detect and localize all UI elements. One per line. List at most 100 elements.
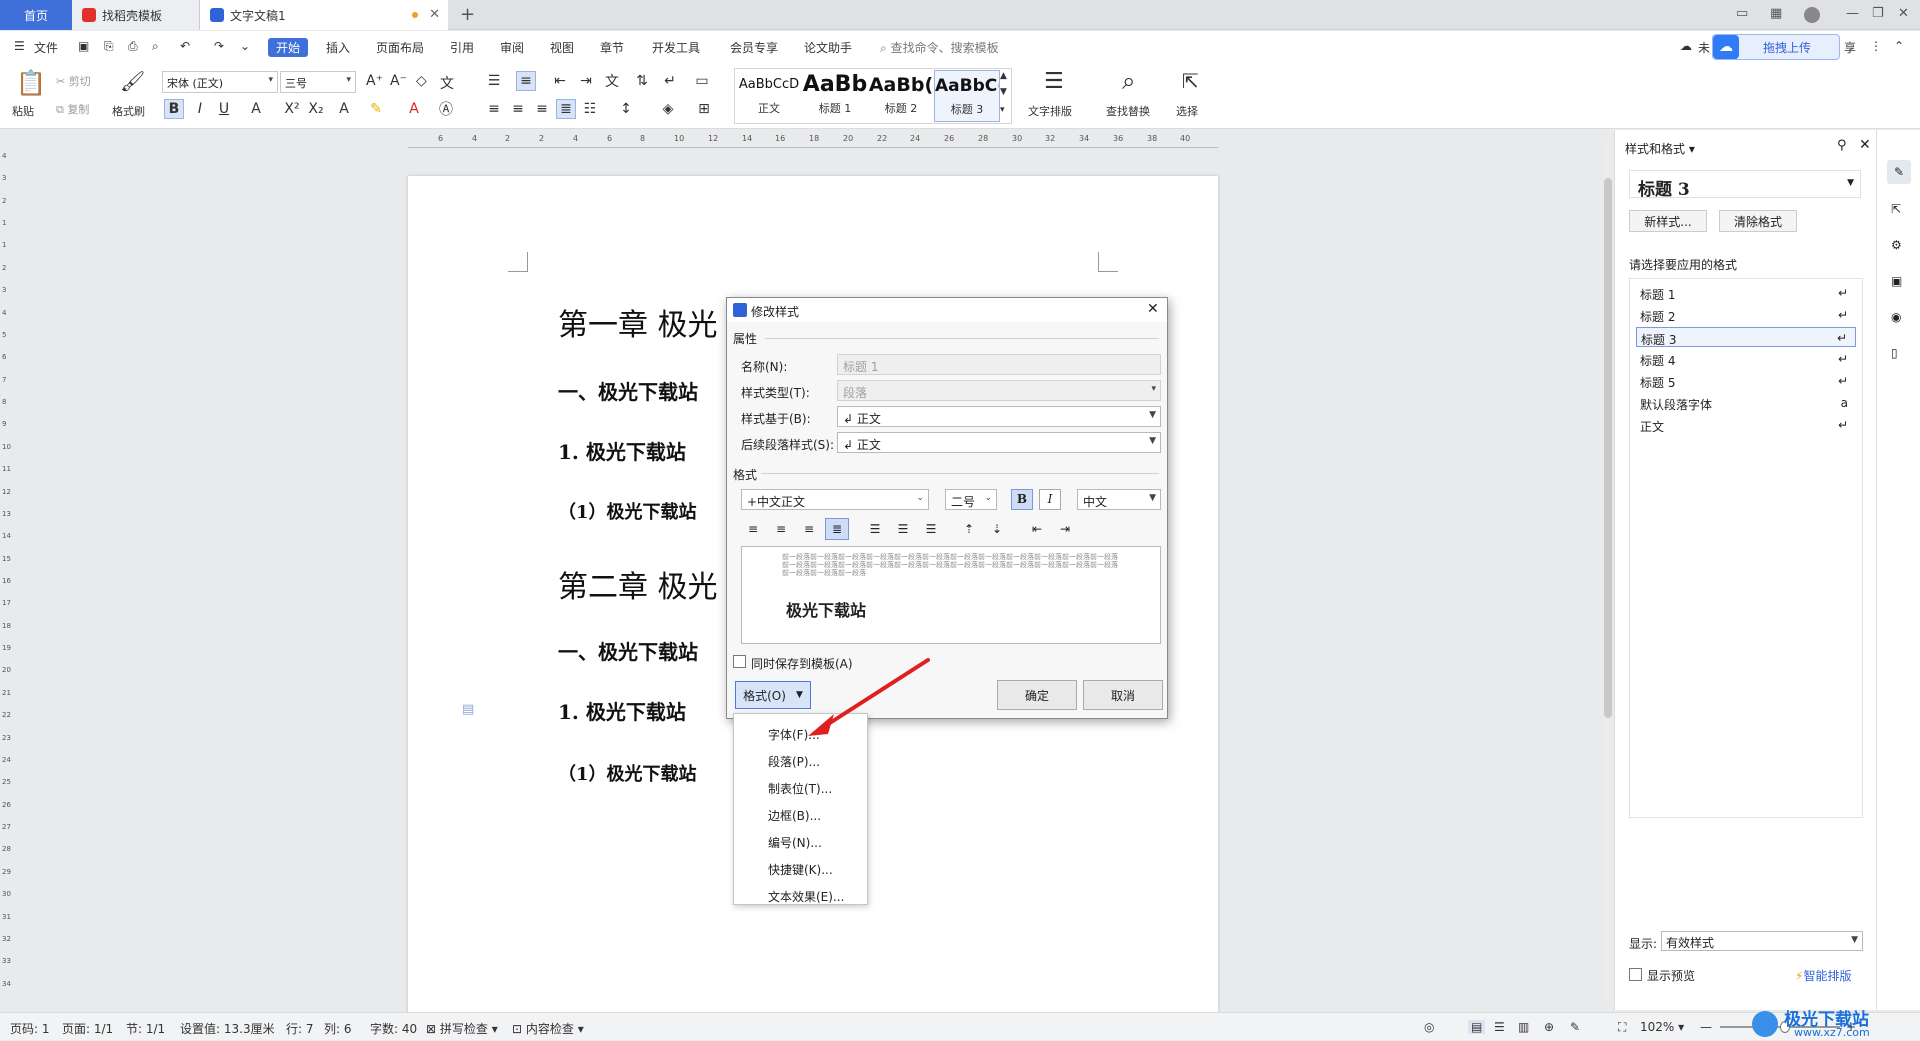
menu-member[interactable]: 会员专享: [730, 39, 778, 56]
justify-icon[interactable]: ≣: [556, 99, 576, 119]
text-layout-button[interactable]: 文字排版: [1028, 103, 1072, 119]
gallery-more-icon[interactable]: ▾: [1000, 105, 1005, 115]
location-icon[interactable]: ◉: [1891, 310, 1901, 324]
show-preview-checkbox[interactable]: [1629, 968, 1642, 981]
shrink-font-icon[interactable]: A⁻: [390, 73, 407, 89]
pin-icon[interactable]: ⚲: [1837, 138, 1847, 153]
web-view-icon[interactable]: ⊕: [1544, 1020, 1554, 1034]
bold-icon[interactable]: B: [164, 99, 184, 119]
dialog-italic-toggle[interactable]: I: [1039, 489, 1061, 510]
font-select[interactable]: +中文正文 ⌄: [741, 489, 929, 510]
more-icon[interactable]: ⋮: [1870, 39, 1882, 53]
apps-grid-icon[interactable]: ▦: [1770, 6, 1782, 21]
list-item-selected[interactable]: 标题 3 ↵: [1636, 327, 1856, 347]
show-filter-select[interactable]: 有效样式 ▼: [1661, 931, 1863, 951]
scrollbar-thumb[interactable]: [1604, 178, 1612, 718]
dialog-increase-indent-icon[interactable]: ⇥: [1053, 518, 1077, 540]
write-mode-icon[interactable]: ✎: [1570, 1020, 1580, 1034]
cut-button[interactable]: ✂ 剪切: [56, 73, 91, 89]
share-label[interactable]: 享: [1844, 39, 1856, 56]
reading-view-icon[interactable]: ▥: [1518, 1020, 1529, 1034]
vertical-ruler[interactable]: 4 3 2 1 1 2 3 4 5 6 7 8 9 10 11 12 13 14 15 16 17 18 19 20 21 22 2…: [0, 152, 14, 1002]
menu-home[interactable]: 开始: [268, 38, 309, 57]
search-command-input[interactable]: ⌕ 查找命令、搜索模板: [880, 39, 999, 56]
style-pen-icon[interactable]: ✎: [1887, 160, 1911, 184]
page-view-icon[interactable]: ▤: [1468, 1020, 1486, 1034]
decrease-indent-icon[interactable]: ⇤: [550, 71, 570, 91]
dialog-align-center-icon[interactable]: ≡: [769, 518, 793, 540]
preview-icon[interactable]: ⌕: [152, 39, 159, 54]
font-color-icon[interactable]: A: [404, 99, 424, 119]
close-window-icon[interactable]: ✕: [1898, 6, 1909, 21]
list-item[interactable]: 标题 4 ↵: [1636, 349, 1856, 369]
phonetic-icon[interactable]: 文: [440, 73, 454, 93]
collapse-ribbon-icon[interactable]: ⌃: [1894, 39, 1904, 53]
zoom-out-icon[interactable]: —: [1700, 1020, 1712, 1034]
chinese-layout-icon[interactable]: 文: [602, 71, 622, 91]
doc-section-heading[interactable]: 一、极光下载站: [558, 376, 698, 405]
next-style-select[interactable]: ↲ 正文 ▼: [837, 432, 1161, 453]
dialog-bold-toggle[interactable]: B: [1011, 489, 1033, 510]
numbered-list-icon[interactable]: ≡: [516, 71, 536, 91]
gallery-down-icon[interactable]: ▼: [1000, 87, 1007, 97]
menu-insert[interactable]: 插入: [326, 39, 350, 56]
space-before-icon[interactable]: ⇡: [957, 518, 981, 540]
align-center-icon[interactable]: ≡: [508, 99, 528, 119]
avatar[interactable]: [1804, 7, 1820, 23]
select-button[interactable]: 选择: [1176, 103, 1198, 119]
print-icon[interactable]: ⎙: [128, 39, 138, 54]
panel-close-icon[interactable]: ✕: [1859, 137, 1871, 153]
menu-references[interactable]: 引用: [450, 39, 474, 56]
find-replace-icon[interactable]: ⌕: [1122, 67, 1135, 95]
menu-item-numbering[interactable]: 编号(N)...: [768, 834, 822, 851]
cloud-sync-icon[interactable]: ☁: [1680, 39, 1692, 53]
select-cursor-icon[interactable]: ⇱: [1182, 69, 1199, 93]
language-select[interactable]: 中文 ▼: [1077, 489, 1161, 510]
status-page[interactable]: 页码: 1: [10, 1020, 50, 1037]
list-item[interactable]: 标题 1 ↵: [1636, 283, 1856, 303]
menu-file[interactable]: 文件: [34, 39, 58, 56]
style-heading-1[interactable]: AaBb 标题 1: [802, 70, 868, 122]
ok-button[interactable]: 确定: [997, 680, 1077, 710]
doc-subsection-heading[interactable]: 1. 极光下载站: [558, 696, 686, 725]
vertical-scrollbar[interactable]: [1604, 140, 1612, 1000]
dialog-justify-icon[interactable]: ≣: [825, 518, 849, 540]
panel-title[interactable]: 样式和格式 ▾: [1625, 140, 1695, 157]
increase-indent-icon[interactable]: ⇥: [576, 71, 596, 91]
outline-view-icon[interactable]: ☰: [1494, 1020, 1505, 1034]
redo-icon[interactable]: ↷: [214, 39, 224, 53]
table-tools-icon[interactable]: ▭: [692, 71, 712, 91]
doc-chapter-heading[interactable]: 第一章 极光: [558, 300, 718, 344]
status-word-count[interactable]: 字数: 40: [370, 1020, 417, 1037]
style-normal[interactable]: AaBbCcD 正文: [736, 70, 802, 122]
text-effect-icon[interactable]: A: [334, 99, 354, 119]
save-to-template-checkbox[interactable]: [733, 655, 746, 668]
doc-section-heading[interactable]: 一、极光下载站: [558, 636, 698, 665]
font-size-select[interactable]: 二号 ⌄: [945, 489, 997, 510]
close-tab-icon[interactable]: ✕: [429, 7, 440, 22]
content-check-button[interactable]: ⊡ 内容检查 ▾: [512, 1020, 584, 1037]
menu-review[interactable]: 审阅: [500, 39, 524, 56]
format-painter-icon[interactable]: 🖌: [120, 69, 145, 93]
dialog-close-icon[interactable]: ✕: [1147, 301, 1159, 317]
tab-document[interactable]: 文字文稿1 ✕: [200, 0, 448, 30]
line-spacing-icon[interactable]: ↕: [616, 99, 636, 119]
upload-button[interactable]: ☁ 拖拽上传: [1712, 34, 1840, 60]
restore-icon[interactable]: ❐: [1872, 6, 1884, 21]
copy-button[interactable]: ⧉ 复制: [56, 101, 89, 117]
new-style-button[interactable]: 新样式...: [1629, 210, 1707, 232]
save-icon[interactable]: ▣: [78, 39, 89, 53]
style-heading-2[interactable]: AaBb(标题 2: [868, 70, 934, 122]
list-item[interactable]: 正文 ↵: [1636, 415, 1856, 435]
grow-font-icon[interactable]: A⁺: [366, 73, 383, 89]
doc-chapter-heading[interactable]: 第二章 极光: [558, 562, 718, 606]
underline-icon[interactable]: U: [214, 99, 234, 119]
based-on-select[interactable]: ↲ 正文 ▼: [837, 406, 1161, 427]
horizontal-ruler[interactable]: 6 4 2 2 4 6 8 10 12 14 16 18 20 22 24 26 28 30 32 34 36 38 40: [408, 134, 1218, 148]
gallery-up-icon[interactable]: ▲: [1000, 71, 1007, 81]
properties-icon[interactable]: ⚙: [1891, 238, 1902, 252]
list-item[interactable]: 标题 2 ↵: [1636, 305, 1856, 325]
dialog-decrease-indent-icon[interactable]: ⇤: [1025, 518, 1049, 540]
dialog-align-left-icon[interactable]: ≡: [741, 518, 765, 540]
cancel-button[interactable]: 取消: [1083, 680, 1163, 710]
